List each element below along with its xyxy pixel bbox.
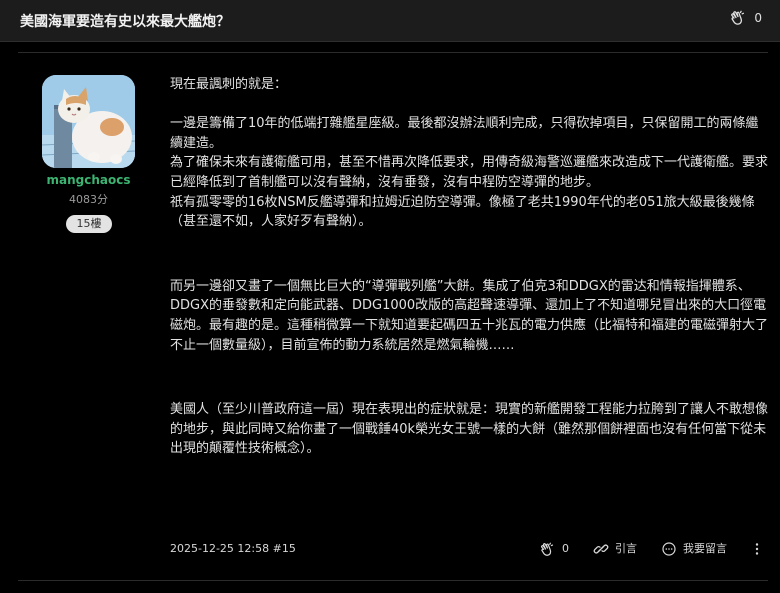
post-gp-count: 0 [562,542,569,555]
author-score: 4083分 [69,193,108,206]
post-paragraph: 現在最諷刺的就是： [170,77,288,92]
thread-gp-count: 0 [754,11,762,25]
post-content: 現在最諷刺的就是： 一邊是籌備了10年的低端打雜艦星座級。最後都沒辦法順利完成，… [170,75,768,459]
floor-badge: 15樓 [66,215,112,233]
post-meta: 2025-12-25 12:58 #15 [170,542,296,555]
reply-button[interactable]: 我要留言 [661,540,727,558]
more-options-button[interactable] [753,541,761,557]
quote-link-icon [593,541,609,557]
reply-label: 我要留言 [683,542,727,555]
post-paragraph: 一邊是籌備了10年的低端打雜艦星座級。最後都沒辦法順利完成，只得砍掉項目，只保留… [170,116,759,151]
quote-button[interactable]: 引言 [593,540,637,558]
post-paragraph: 為了確保未來有護衛艦可用，甚至不惜再次降低要求，用傳奇級海警巡邏艦來改造成下一代… [170,155,769,190]
post-paragraph: 美國人（至少川普政府這一屆）現在表現出的症狀就是：現實的新艦開發工程能力拉胯到了… [170,402,769,457]
post-paragraph: 祇有孤零零的16枚NSM反艦導彈和拉姆近迫防空導彈。像極了老共1990年代的老0… [170,194,755,230]
comment-bubble-icon [661,541,677,557]
thread-header: 美國海軍要造有史以來最大艦炮？ 0 [0,0,780,42]
post-floor-link[interactable]: #15 [273,542,296,555]
post-gp-button[interactable]: 0 [539,540,569,558]
clap-hand-icon [539,542,554,557]
quote-label: 引言 [615,542,637,555]
more-vertical-icon [753,541,761,557]
thread-title: 美國海軍要造有史以來最大艦炮？ [20,14,230,30]
author-username[interactable]: mangchaocs [42,173,135,187]
clap-hand-icon [729,10,745,26]
divider [18,580,768,581]
thread-gp-button[interactable]: 0 [729,10,762,26]
avatar[interactable] [42,75,135,168]
post-paragraph: 而另一邊卻又畫了一個無比巨大的“導彈戰列艦”大餅。集成了伯克3和DDGX的雷达和… [170,278,769,353]
divider [18,52,768,53]
post-footer: 2025-12-25 12:58 #15 0 引言 我要留言 [170,540,768,558]
post-timestamp: 2025-12-25 12:58 [170,542,270,555]
